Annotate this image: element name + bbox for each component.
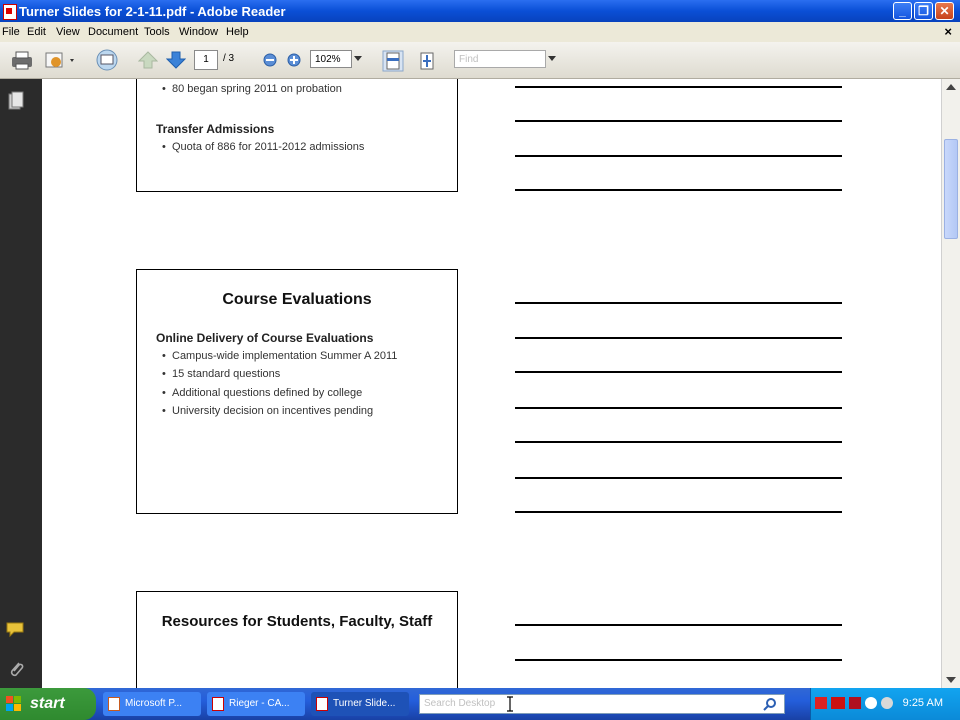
ati-tray-icon[interactable] <box>831 697 845 709</box>
menu-document[interactable]: Document <box>88 26 138 38</box>
menu-file[interactable]: File <box>2 26 20 38</box>
desktop-search-input[interactable]: Search Desktop <box>419 694 785 714</box>
slide-2-bullet: University decision on incentives pendin… <box>162 405 373 417</box>
previous-page-icon[interactable] <box>138 51 158 69</box>
note-line <box>515 441 842 443</box>
taskbar-item-label: Turner Slide... <box>333 698 396 709</box>
comments-panel-icon[interactable] <box>5 621 27 639</box>
scroll-up-arrow-icon[interactable] <box>946 83 956 91</box>
taskbar-item-powerpoint[interactable]: Microsoft P... <box>103 692 201 716</box>
menu-help[interactable]: Help <box>226 26 249 38</box>
fit-width-icon[interactable] <box>382 50 404 72</box>
menu-view[interactable]: View <box>56 26 80 38</box>
page-total: / 3 <box>223 53 235 64</box>
scroll-down-arrow-icon[interactable] <box>946 676 956 684</box>
collaborate-icon[interactable] <box>94 48 120 72</box>
help-tray-icon[interactable] <box>881 697 893 709</box>
menu-tools[interactable]: Tools <box>144 26 170 38</box>
toolbar: 1 / 3 102% Find <box>0 42 960 79</box>
start-button[interactable]: start <box>0 688 96 720</box>
taskbar-item-label: Rieger - CA... <box>229 698 290 709</box>
antivirus-tray-icon[interactable] <box>849 697 861 709</box>
note-line <box>515 371 842 373</box>
minimize-button[interactable]: _ <box>893 2 912 20</box>
windows-taskbar: start Microsoft P... Rieger - CA... Turn… <box>0 688 960 720</box>
attachments-paperclip-icon[interactable] <box>7 659 25 679</box>
start-label: start <box>30 695 65 712</box>
zoom-out-icon[interactable] <box>263 53 277 67</box>
print-icon[interactable] <box>10 50 34 70</box>
fit-page-icon[interactable] <box>416 50 438 72</box>
navigation-sidebar <box>0 79 42 688</box>
find-options-chevron-down-icon[interactable] <box>548 56 556 62</box>
window-title: Turner Slides for 2-1-11.pdf - Adobe Rea… <box>19 4 286 19</box>
zoom-in-icon[interactable] <box>287 53 301 67</box>
system-tray: 9:25 AM <box>810 688 960 720</box>
menu-bar: File Edit View Document Tools Window Hel… <box>0 22 960 42</box>
slide-1-bullet-top: 80 began spring 2011 on probation <box>162 83 342 95</box>
windows-flag-icon <box>6 696 21 711</box>
note-line <box>515 407 842 409</box>
clock: 9:25 AM <box>902 697 943 709</box>
slide-1: 80 began spring 2011 on probation Transf… <box>136 79 458 192</box>
slide-2: Course Evaluations Online Delivery of Co… <box>136 269 458 514</box>
scrollbar-thumb[interactable] <box>944 139 958 239</box>
note-line <box>515 120 842 122</box>
note-line <box>515 659 842 661</box>
taskbar-item-turner-slides[interactable]: Turner Slide... <box>311 692 409 716</box>
note-line <box>515 337 842 339</box>
document-close-icon[interactable]: × <box>944 24 952 39</box>
note-line <box>515 86 842 88</box>
window-titlebar[interactable]: Turner Slides for 2-1-11.pdf - Adobe Rea… <box>0 0 960 22</box>
document-view[interactable]: 80 began spring 2011 on probation Transf… <box>42 79 941 688</box>
network-tray-icon[interactable] <box>865 697 877 709</box>
search-icon[interactable] <box>763 697 777 711</box>
zoom-dropdown-chevron-down-icon[interactable] <box>354 56 362 62</box>
slide-2-bullet: Campus-wide implementation Summer A 2011 <box>162 350 397 362</box>
note-line <box>515 624 842 626</box>
find-input[interactable]: Find <box>454 50 546 68</box>
slide-3-title: Resources for Students, Faculty, Staff <box>161 613 433 630</box>
slide-2-title: Course Evaluations <box>222 291 372 308</box>
zoom-level-input[interactable]: 102% <box>310 50 352 68</box>
pdf-icon <box>316 697 328 711</box>
pdf-icon <box>212 697 224 711</box>
next-page-icon[interactable] <box>166 51 186 69</box>
vertical-scrollbar[interactable] <box>941 79 960 688</box>
close-button[interactable]: ✕ <box>935 2 954 20</box>
text-cursor-icon <box>507 696 513 712</box>
slide-3: Resources for Students, Faculty, Staff <box>136 591 458 688</box>
note-line <box>515 189 842 191</box>
adobe-tray-icon[interactable] <box>815 697 827 709</box>
slide-1-section-heading: Transfer Admissions <box>156 122 275 136</box>
review-comment-icon[interactable] <box>44 50 78 70</box>
menu-edit[interactable]: Edit <box>27 26 46 38</box>
note-line <box>515 477 842 479</box>
taskbar-item-label: Microsoft P... <box>125 698 183 709</box>
menu-window[interactable]: Window <box>179 26 218 38</box>
note-line <box>515 511 842 513</box>
slide-2-section-heading: Online Delivery of Course Evaluations <box>156 331 374 345</box>
taskbar-item-rieger[interactable]: Rieger - CA... <box>207 692 305 716</box>
slide-2-bullet: Additional questions defined by college <box>162 387 362 399</box>
page-number-input[interactable]: 1 <box>194 50 218 70</box>
note-line <box>515 302 842 304</box>
adobe-reader-icon <box>3 4 17 20</box>
pages-panel-icon[interactable] <box>7 91 25 111</box>
powerpoint-icon <box>108 697 120 711</box>
slide-2-bullet: 15 standard questions <box>162 368 280 380</box>
note-line <box>515 155 842 157</box>
maximize-button[interactable]: ❐ <box>914 2 933 20</box>
slide-1-bullet: Quota of 886 for 2011-2012 admissions <box>162 141 364 153</box>
